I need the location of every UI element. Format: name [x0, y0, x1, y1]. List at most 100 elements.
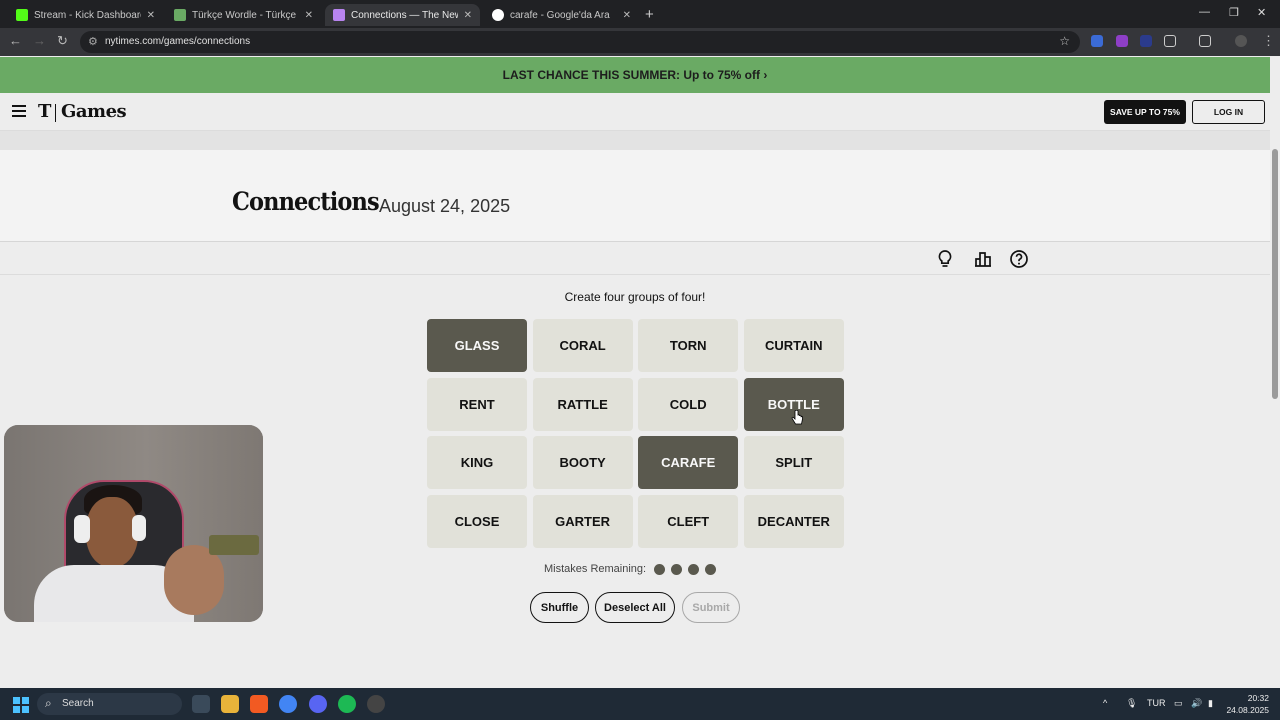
word-tile[interactable]: CLOSE	[427, 494, 527, 548]
battery-icon[interactable]: ▮	[1208, 698, 1213, 709]
page-scrollbar[interactable]	[1270, 57, 1280, 688]
mistake-dot	[671, 563, 683, 575]
instructions-text: Create four groups of four!	[564, 290, 706, 304]
mistake-dot	[654, 563, 666, 575]
word-tile[interactable]: SPLIT	[743, 436, 844, 490]
taskbar-search[interactable]: ⌕ Search	[37, 693, 182, 715]
input-language[interactable]: TUR	[1147, 698, 1166, 708]
word-tile[interactable]: CORAL	[532, 319, 633, 372]
clock-time: 20:32	[1247, 693, 1269, 703]
search-label: Search	[62, 698, 94, 709]
lightbulb-hint-icon[interactable]	[935, 249, 955, 269]
file-explorer-icon[interactable]	[221, 695, 239, 713]
clock-date: 24.08.2025	[1226, 705, 1269, 715]
word-tile[interactable]: TORN	[638, 319, 739, 372]
extension-icon[interactable]	[1140, 35, 1152, 47]
tab-google-search[interactable]: carafe - Google'da Ara ✕	[484, 4, 639, 26]
extension-icon[interactable]	[1116, 35, 1128, 47]
promo-banner[interactable]: LAST CHANCE THIS SUMMER: Up to 75% off ›	[0, 57, 1270, 93]
tab-title: carafe - Google'da Ara	[510, 9, 610, 21]
network-icon[interactable]: ▭	[1174, 698, 1183, 709]
word-tile[interactable]: RENT	[427, 377, 527, 431]
close-tab-icon[interactable]: ✕	[464, 10, 472, 21]
address-bar[interactable]: ⚙ nytimes.com/games/connections ☆	[80, 31, 1080, 53]
word-tile[interactable]: BOOTY	[532, 436, 633, 490]
obs-icon[interactable]	[367, 695, 385, 713]
word-tile[interactable]: CLEFT	[638, 494, 739, 548]
close-window-icon[interactable]: ✕	[1257, 6, 1266, 19]
tab-title: Connections — The New York T	[351, 9, 458, 21]
scrollbar-thumb[interactable]	[1272, 149, 1278, 399]
games-logo[interactable]: Games	[61, 101, 127, 122]
deselect-all-button[interactable]: Deselect All	[595, 592, 675, 623]
shuffle-button[interactable]: Shuffle	[530, 592, 589, 623]
subscribe-button[interactable]: SAVE UP TO 75%	[1104, 100, 1186, 124]
back-icon[interactable]: ←	[9, 33, 22, 48]
minimize-icon[interactable]: —	[1199, 6, 1210, 18]
wordle-icon	[174, 9, 186, 21]
tab-kick-dashboard[interactable]: Stream - Kick Dashboard ✕	[8, 4, 163, 26]
word-tile[interactable]: KING	[427, 436, 527, 490]
mistakes-label: Mistakes Remaining:	[544, 563, 647, 575]
bookmark-star-icon[interactable]: ☆	[1059, 34, 1070, 48]
new-tab-icon[interactable]: +	[645, 6, 654, 23]
word-tile[interactable]: CURTAIN	[743, 319, 844, 372]
tab-connections[interactable]: Connections — The New York T ✕	[325, 4, 480, 26]
close-tab-icon[interactable]: ✕	[623, 10, 631, 21]
word-tile[interactable]: DECANTER	[743, 494, 844, 548]
hamburger-menu-icon[interactable]	[12, 105, 26, 117]
browser-toolbar: ← → ↻ ⚙ nytimes.com/games/connections ☆ …	[0, 28, 1280, 56]
streamer-face	[86, 497, 138, 567]
search-icon: ⌕	[45, 696, 52, 710]
tab-title: Türkçe Wordle - Türkçe Kelime	[192, 9, 299, 21]
forward-icon[interactable]: →	[33, 33, 46, 48]
volume-icon[interactable]: 🔊	[1191, 698, 1202, 709]
mistake-dots	[646, 563, 717, 575]
promo-text: LAST CHANCE THIS SUMMER: Up to 75% off ›	[502, 68, 768, 82]
game-toolbar	[0, 242, 1270, 275]
mistake-dot	[688, 563, 700, 575]
nyt-logo-icon[interactable]: T	[38, 101, 51, 122]
word-tile[interactable]: GLASS	[427, 319, 527, 372]
word-tile[interactable]: GARTER	[532, 494, 633, 548]
tab-title: Stream - Kick Dashboard	[34, 9, 141, 21]
extension-icon[interactable]	[1091, 35, 1103, 47]
game-title-area: Connections August 24, 2025	[0, 150, 1270, 242]
extensions-puzzle-icon[interactable]	[1164, 35, 1176, 47]
tab-turkce-wordle[interactable]: Türkçe Wordle - Türkçe Kelime ✕	[166, 4, 321, 26]
reload-icon[interactable]: ↻	[57, 33, 68, 49]
discord-icon[interactable]	[309, 695, 327, 713]
close-tab-icon[interactable]: ✕	[305, 10, 313, 21]
menu-kebab-icon[interactable]: ⋮	[1262, 33, 1275, 49]
site-header: T Games SAVE UP TO 75% LOG IN	[0, 93, 1270, 131]
submit-button[interactable]: Submit	[682, 592, 740, 623]
microphone-icon[interactable]: 🎙	[1126, 698, 1137, 709]
webcam-overlay	[4, 425, 263, 622]
windows-start-icon[interactable]	[13, 697, 29, 713]
brave-browser-icon[interactable]	[250, 695, 268, 713]
word-tile[interactable]: CARAFE	[638, 436, 739, 490]
word-tile[interactable]: RATTLE	[532, 377, 633, 431]
google-icon	[492, 9, 504, 21]
help-question-icon[interactable]	[1009, 249, 1029, 269]
stats-chart-icon[interactable]	[973, 249, 993, 269]
word-grid: GLASS CORAL TORN CURTAIN RENT RATTLE COLD BOTTL…	[427, 319, 844, 549]
chrome-icon[interactable]	[279, 695, 297, 713]
windows-taskbar: ⌕ Search ^ 🎙 TUR ▭ 🔊 ▮ 20:32 24.08.2025	[0, 688, 1280, 720]
login-button[interactable]: LOG IN	[1192, 100, 1265, 124]
browser-tab-strip: Stream - Kick Dashboard ✕ Türkçe Wordle …	[0, 0, 1280, 28]
task-view-icon[interactable]	[192, 695, 210, 713]
site-info-icon[interactable]: ⚙	[88, 35, 98, 48]
restore-icon[interactable]: ❐	[1229, 6, 1239, 19]
logo-divider	[55, 104, 56, 122]
kick-icon	[16, 9, 28, 21]
page-title: Connections	[232, 187, 380, 216]
profile-avatar-icon[interactable]	[1235, 35, 1247, 47]
connections-icon	[333, 9, 345, 21]
system-clock[interactable]: 20:32 24.08.2025	[1225, 692, 1269, 716]
tray-chevron-icon[interactable]: ^	[1103, 698, 1107, 708]
side-panel-icon[interactable]	[1199, 35, 1211, 47]
close-tab-icon[interactable]: ✕	[147, 10, 155, 21]
spotify-icon[interactable]	[338, 695, 356, 713]
word-tile[interactable]: COLD	[638, 377, 739, 431]
